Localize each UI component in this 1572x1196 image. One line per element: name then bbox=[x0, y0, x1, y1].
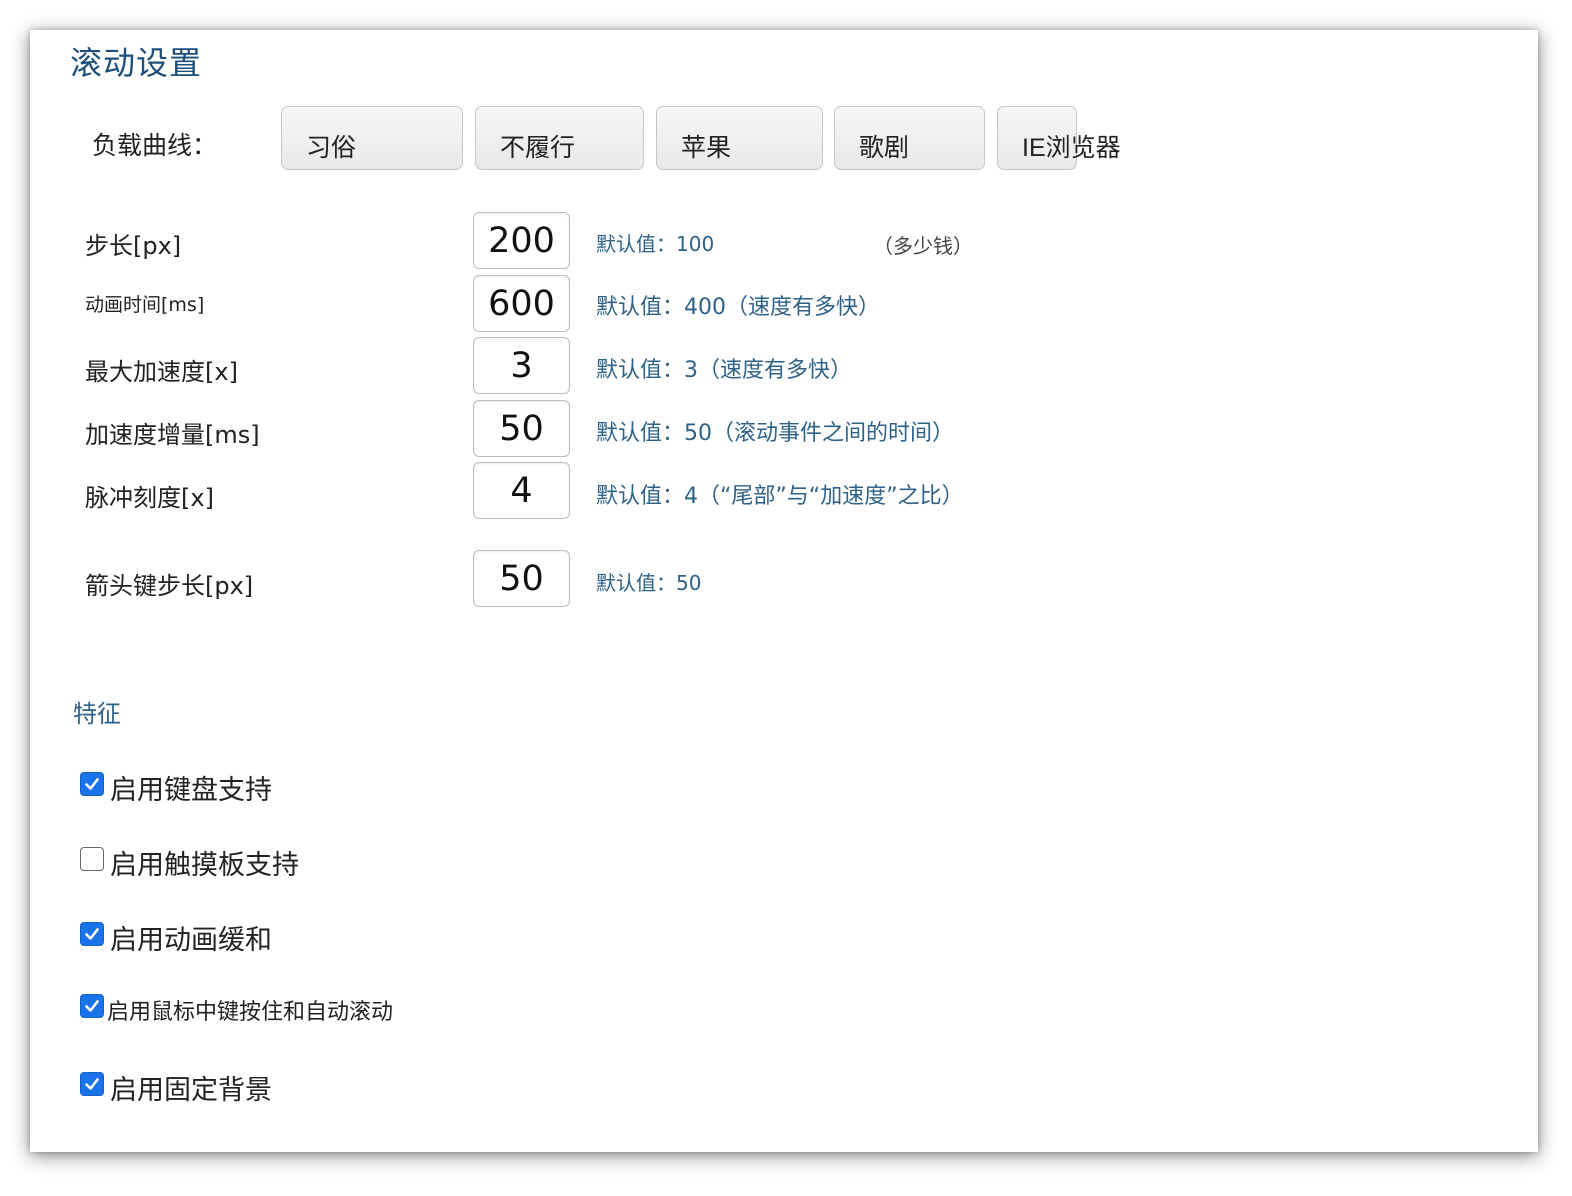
max-acceleration-label: 最大加速度[x] bbox=[85, 358, 238, 386]
checkbox-checked[interactable] bbox=[80, 994, 104, 1018]
checkbox-unchecked[interactable] bbox=[80, 846, 104, 871]
feature-middle-mouse-autoscroll[interactable]: 启用鼠标中键按住和自动滚动 bbox=[80, 994, 393, 1026]
animation-time-hint: 默认值：400（速度有多快） bbox=[596, 295, 880, 320]
animation-time-label: 动画时间[ms] bbox=[85, 294, 205, 316]
feature-label: 启用触摸板支持 bbox=[110, 850, 299, 881]
acceleration-delta-input[interactable] bbox=[473, 400, 570, 457]
step-size-label: 步长[px] bbox=[85, 232, 182, 260]
feature-label: 启用固定背景 bbox=[110, 1075, 272, 1106]
curve-label: 负载曲线： bbox=[92, 131, 218, 160]
step-size-extra-hint: （多少钱） bbox=[873, 234, 973, 258]
checkbox-checked[interactable] bbox=[80, 771, 104, 796]
pulse-scale-label: 脉冲刻度[x] bbox=[85, 484, 214, 512]
checkmark-icon bbox=[85, 1077, 99, 1090]
arrow-step-label: 箭头键步长[px] bbox=[85, 572, 254, 600]
features-section-title: 特征 bbox=[73, 700, 121, 728]
checkbox-checked[interactable] bbox=[80, 921, 104, 946]
preset-default-button[interactable]: 不履行 bbox=[475, 106, 644, 170]
feature-animation-easing[interactable]: 启用动画缓和 bbox=[80, 918, 272, 957]
preset-ie-button[interactable]: IE浏览器 bbox=[997, 106, 1121, 170]
preset-custom-button[interactable]: 习俗 bbox=[281, 106, 463, 170]
checkmark-icon bbox=[85, 1000, 99, 1012]
pulse-scale-input[interactable] bbox=[473, 462, 570, 519]
feature-label: 启用键盘支持 bbox=[110, 775, 272, 806]
feature-keyboard-support[interactable]: 启用键盘支持 bbox=[80, 768, 272, 807]
preset-apple-button[interactable]: 苹果 bbox=[656, 106, 823, 170]
preset-opera-button[interactable]: 歌剧 bbox=[834, 106, 985, 170]
max-acceleration-input[interactable] bbox=[473, 337, 570, 394]
pulse-scale-hint: 默认值：4（“尾部”与“加速度”之比） bbox=[596, 484, 964, 509]
step-size-hint: 默认值：100 bbox=[596, 232, 715, 256]
feature-touchpad-support[interactable]: 启用触摸板支持 bbox=[80, 843, 299, 882]
animation-time-input[interactable] bbox=[473, 275, 570, 332]
page-title: 滚动设置 bbox=[70, 44, 203, 82]
feature-fixed-background[interactable]: 启用固定背景 bbox=[80, 1068, 272, 1107]
acceleration-delta-hint: 默认值：50（滚动事件之间的时间） bbox=[596, 421, 954, 446]
max-acceleration-hint: 默认值：3（速度有多快） bbox=[596, 358, 852, 383]
acceleration-delta-label: 加速度增量[ms] bbox=[85, 421, 260, 449]
checkmark-icon bbox=[85, 927, 99, 940]
checkmark-icon bbox=[85, 777, 99, 790]
step-size-input[interactable] bbox=[473, 212, 570, 269]
arrow-step-input[interactable] bbox=[473, 550, 570, 607]
scroll-settings-panel: 滚动设置 负载曲线： 习俗 不履行 苹果 歌剧 IE浏览器 步长[px] 默认值… bbox=[30, 30, 1538, 1152]
arrow-step-hint: 默认值：50 bbox=[596, 571, 702, 595]
feature-label: 启用动画缓和 bbox=[110, 925, 272, 956]
feature-label: 启用鼠标中键按住和自动滚动 bbox=[107, 1000, 394, 1025]
checkbox-checked[interactable] bbox=[80, 1071, 104, 1096]
